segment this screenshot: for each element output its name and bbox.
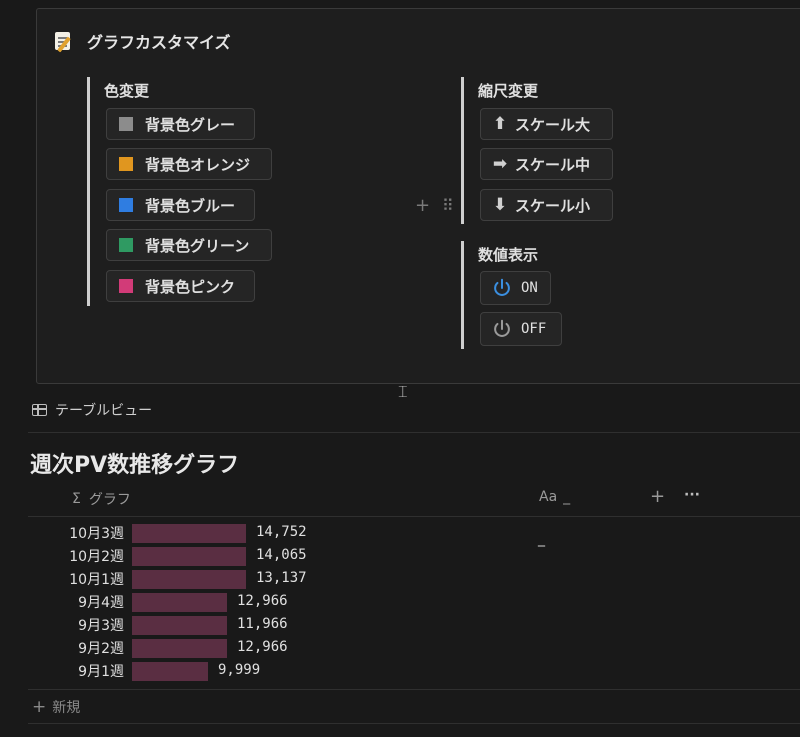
color-change-title: 色変更 bbox=[104, 82, 150, 100]
more-icon: ··· bbox=[684, 487, 700, 503]
gray-swatch-icon bbox=[119, 117, 133, 131]
panel-title-text: グラフカスタマイズ bbox=[87, 33, 231, 52]
orange-swatch-icon bbox=[119, 157, 133, 171]
bg-orange-button[interactable]: 背景色オレンジ bbox=[106, 148, 272, 180]
value-off-button[interactable]: OFF bbox=[480, 312, 562, 346]
header-divider bbox=[28, 516, 800, 517]
row-week-label: 9月4週 bbox=[78, 595, 124, 611]
column-header-graph[interactable]: Σ グラフ bbox=[72, 489, 131, 509]
row-week-label: 10月2週 bbox=[69, 549, 124, 565]
divider bbox=[28, 432, 800, 433]
arrow-down-icon: ⬇ bbox=[492, 195, 508, 215]
graph-customize-panel: グラフカスタマイズ 色変更 背景色グレー 背景色オレンジ 背景色ブルー 背景色グ… bbox=[36, 8, 800, 384]
memo-icon bbox=[53, 30, 75, 53]
row-bar bbox=[132, 616, 227, 635]
row-value: 11,966 bbox=[237, 616, 288, 632]
value-on-button[interactable]: ON bbox=[480, 271, 551, 305]
tab-table-view[interactable]: テーブルビュー bbox=[32, 400, 152, 420]
row-value: 12,966 bbox=[237, 639, 288, 655]
database-title: 週次PV数推移グラフ bbox=[30, 453, 240, 478]
row-week-label: 9月2週 bbox=[78, 641, 124, 657]
pink-swatch-icon bbox=[119, 279, 133, 293]
row-bar bbox=[132, 524, 246, 543]
blue-swatch-icon bbox=[119, 198, 133, 212]
row-value: 14,065 bbox=[256, 547, 307, 563]
scale-large-button[interactable]: ⬆ スケール大 bbox=[480, 108, 613, 140]
row-bar bbox=[132, 662, 208, 681]
row-bar bbox=[132, 547, 246, 566]
row-value: 12,966 bbox=[237, 593, 288, 609]
footer-divider bbox=[28, 723, 800, 724]
arrow-up-icon: ⬆ bbox=[492, 114, 508, 134]
new-row-button[interactable]: + 新規 bbox=[32, 697, 80, 717]
table-icon bbox=[32, 404, 47, 416]
drag-handle-icon[interactable]: ⠿ bbox=[442, 196, 454, 215]
new-row-label: 新規 bbox=[52, 700, 81, 716]
green-swatch-icon bbox=[119, 238, 133, 252]
scale-small-button[interactable]: ⬇ スケール小 bbox=[480, 189, 613, 221]
bg-blue-button[interactable]: 背景色ブルー bbox=[106, 189, 255, 221]
power-on-icon bbox=[494, 278, 510, 296]
row-value: 14,752 bbox=[256, 524, 307, 540]
add-block-icon[interactable]: + bbox=[415, 195, 430, 216]
row-week-label: 10月1週 bbox=[69, 572, 124, 588]
bg-pink-button[interactable]: 背景色ピンク bbox=[106, 270, 255, 302]
row-bar bbox=[132, 570, 246, 589]
row-value: 9,999 bbox=[218, 662, 261, 678]
value-display-title: 数値表示 bbox=[478, 246, 539, 264]
scale-change-title: 縮尺変更 bbox=[478, 82, 539, 100]
row-week-label: 10月3週 bbox=[69, 526, 124, 542]
add-property-button[interactable]: + bbox=[650, 486, 665, 507]
tab-table-view-label: テーブルビュー bbox=[55, 403, 153, 419]
column-header-name[interactable]: Aa _ bbox=[539, 489, 570, 505]
panel-title: グラフカスタマイズ bbox=[53, 29, 231, 53]
plus-icon: + bbox=[650, 486, 666, 507]
row-bar bbox=[132, 593, 227, 612]
more-options-button[interactable]: ··· bbox=[684, 487, 700, 503]
bg-green-button[interactable]: 背景色グリーン bbox=[106, 229, 272, 261]
row-week-label: 9月1週 bbox=[78, 664, 124, 680]
plus-icon: + bbox=[32, 697, 47, 717]
bg-gray-button[interactable]: 背景色グレー bbox=[106, 108, 255, 140]
name-cell[interactable]: _ bbox=[538, 531, 545, 547]
power-off-icon bbox=[494, 319, 510, 337]
rows-divider bbox=[28, 689, 800, 690]
block-drag-handle[interactable]: + ⠿ bbox=[415, 195, 454, 216]
row-bar bbox=[132, 639, 227, 658]
sigma-icon: Σ bbox=[72, 491, 81, 507]
row-value: 13,137 bbox=[256, 570, 307, 586]
scale-medium-button[interactable]: ➡ スケール中 bbox=[480, 148, 613, 180]
text-property-icon: Aa bbox=[539, 489, 558, 505]
arrow-right-icon: ➡ bbox=[492, 154, 508, 174]
text-cursor-icon: ⌶ bbox=[398, 382, 408, 401]
row-week-label: 9月3週 bbox=[78, 618, 124, 634]
